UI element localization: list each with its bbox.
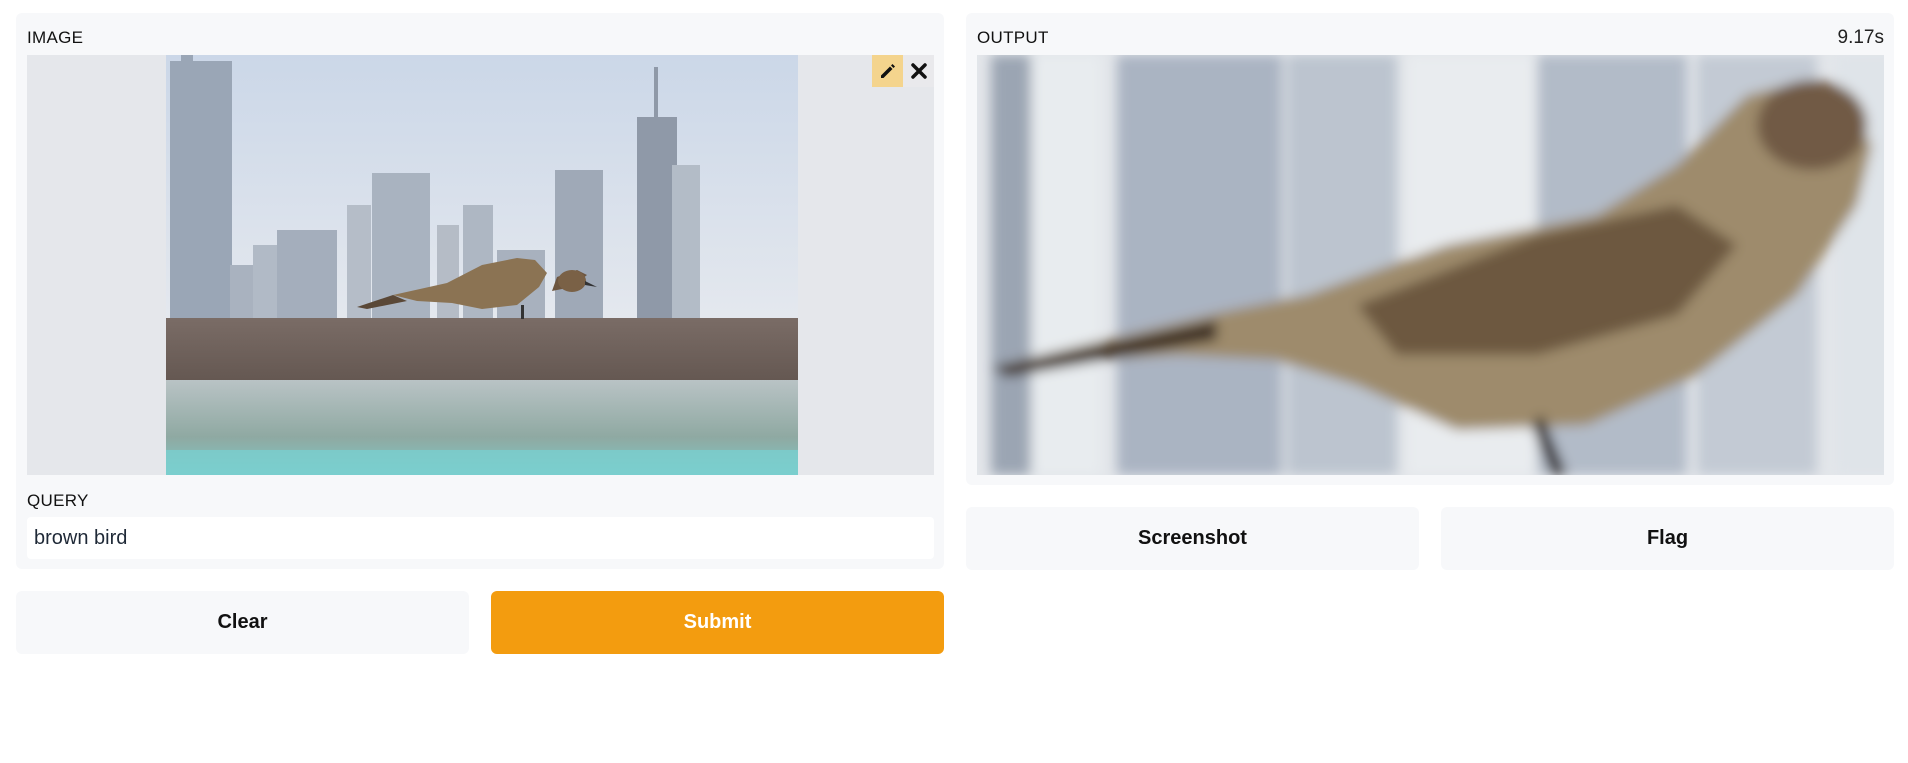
- submit-button[interactable]: Submit: [491, 591, 944, 654]
- elapsed-time: 9.17s: [1837, 27, 1884, 48]
- query-label: QUERY: [27, 491, 89, 510]
- screenshot-button[interactable]: Screenshot: [966, 507, 1419, 570]
- output-image-picture: [977, 55, 1884, 475]
- input-panel: IMAGE QUERY brown bird: [16, 13, 944, 569]
- output-image: [977, 55, 1884, 475]
- image-label: IMAGE: [27, 28, 84, 47]
- input-image[interactable]: [27, 55, 934, 475]
- output-panel: OUTPUT 9.17s: [966, 13, 1894, 485]
- close-icon[interactable]: [903, 55, 934, 87]
- query-input[interactable]: [27, 517, 934, 559]
- output-label: OUTPUT: [977, 28, 1049, 47]
- pencil-icon[interactable]: [872, 55, 903, 87]
- image-edit-tools: [872, 55, 934, 87]
- clear-button[interactable]: Clear: [16, 591, 469, 654]
- flag-button[interactable]: Flag: [1441, 507, 1894, 570]
- input-image-picture: [27, 55, 934, 475]
